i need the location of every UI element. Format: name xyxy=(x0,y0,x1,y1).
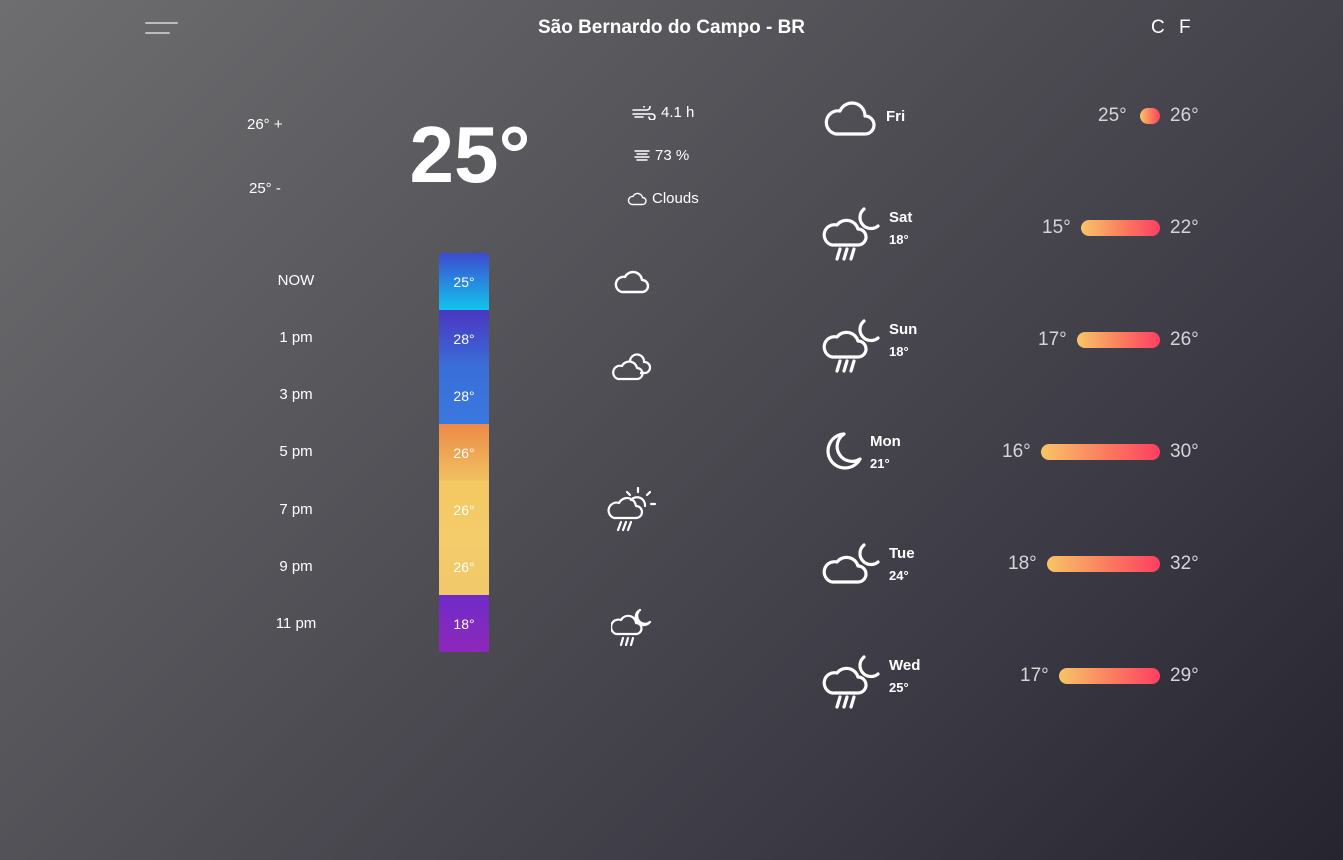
condition-info: Clouds xyxy=(627,190,699,207)
night-rain-icon xyxy=(822,653,884,711)
today-high-temp: 26° + xyxy=(247,116,283,133)
forecast-range-bar xyxy=(1081,220,1160,236)
forecast-day-name: Sun xyxy=(889,321,918,338)
celsius-toggle[interactable]: C xyxy=(1151,17,1165,39)
hour-label: NOW xyxy=(277,272,315,289)
fahrenheit-toggle[interactable]: F xyxy=(1179,17,1191,39)
forecast-day-name: Sat xyxy=(889,209,913,226)
cloud-icon xyxy=(627,192,647,206)
humidity-info: 73 % xyxy=(634,147,689,164)
forecast-night-temp: 18° xyxy=(889,344,909,359)
forecast-low-temp: 17° xyxy=(1020,665,1049,686)
hour-label: 1 pm xyxy=(279,329,313,346)
forecast-day-name: Mon xyxy=(870,433,901,450)
forecast-high-temp: 29° xyxy=(1170,665,1199,686)
hourly-temp-segment: 26° xyxy=(439,481,489,538)
night-cloud-icon xyxy=(822,541,884,587)
today-low-temp: 25° - xyxy=(249,180,281,197)
forecast-low-temp: 16° xyxy=(1002,441,1031,462)
humidity-value: 73 % xyxy=(655,147,690,164)
hourly-temp-segment: 25° xyxy=(439,253,489,310)
forecast-low-temp: 18° xyxy=(1008,553,1037,574)
forecast-range-bar xyxy=(1047,556,1160,572)
night-rain-icon xyxy=(611,607,653,647)
cloud-icon xyxy=(823,96,879,138)
hour-label: 7 pm xyxy=(279,501,313,518)
forecast-range-bar xyxy=(1059,668,1160,684)
forecast-range-bar xyxy=(1140,108,1160,124)
forecast-low-temp: 15° xyxy=(1042,217,1071,238)
wind-icon xyxy=(632,105,656,120)
night-rain-icon xyxy=(822,205,884,263)
hour-label: 3 pm xyxy=(279,386,313,403)
forecast-day-name: Fri xyxy=(886,108,906,125)
forecast-range-bar xyxy=(1041,444,1160,460)
hourly-temp-segment: 26° xyxy=(439,538,489,595)
condition-text: Clouds xyxy=(652,190,699,207)
forecast-night-temp: 25° xyxy=(889,680,909,695)
forecast-night-temp: 21° xyxy=(870,456,890,471)
hourly-temp-segment: 18° xyxy=(439,595,489,652)
hourly-temp-segment: 26° xyxy=(439,424,489,481)
forecast-night-temp: 24° xyxy=(889,568,909,583)
forecast-day-name: Tue xyxy=(889,545,915,562)
sun-rain-icon xyxy=(607,486,657,532)
cloudy-icon xyxy=(612,352,654,382)
current-temperature: 25° xyxy=(409,110,531,199)
forecast-night-temp: 18° xyxy=(889,232,909,247)
night-rain-icon xyxy=(822,317,884,375)
forecast-low-temp: 25° xyxy=(1098,105,1127,126)
hour-label: 5 pm xyxy=(279,443,313,460)
forecast-range-bar xyxy=(1077,332,1160,348)
fog-lines-icon xyxy=(634,149,650,163)
cloud-icon xyxy=(613,267,651,295)
location-title: São Bernardo do Campo - BR xyxy=(537,17,806,38)
wind-value: 4.1 h xyxy=(661,104,695,121)
forecast-low-temp: 17° xyxy=(1038,329,1067,350)
forecast-day-name: Wed xyxy=(889,657,921,674)
forecast-high-temp: 26° xyxy=(1170,105,1199,126)
forecast-high-temp: 32° xyxy=(1170,553,1199,574)
forecast-high-temp: 26° xyxy=(1170,329,1199,350)
hourly-temp-segment: 28° xyxy=(439,367,489,424)
forecast-high-temp: 30° xyxy=(1170,441,1199,462)
hourly-temperature-bar: 25° 28° 28° 26° 26° 26° 18° xyxy=(439,253,489,653)
forecast-high-temp: 22° xyxy=(1170,217,1199,238)
hour-label: 9 pm xyxy=(279,558,313,575)
hourly-temp-segment: 28° xyxy=(439,310,489,367)
moon-icon xyxy=(823,431,863,473)
wind-info: 4.1 h xyxy=(632,104,694,121)
hour-label: 11 pm xyxy=(275,615,317,632)
